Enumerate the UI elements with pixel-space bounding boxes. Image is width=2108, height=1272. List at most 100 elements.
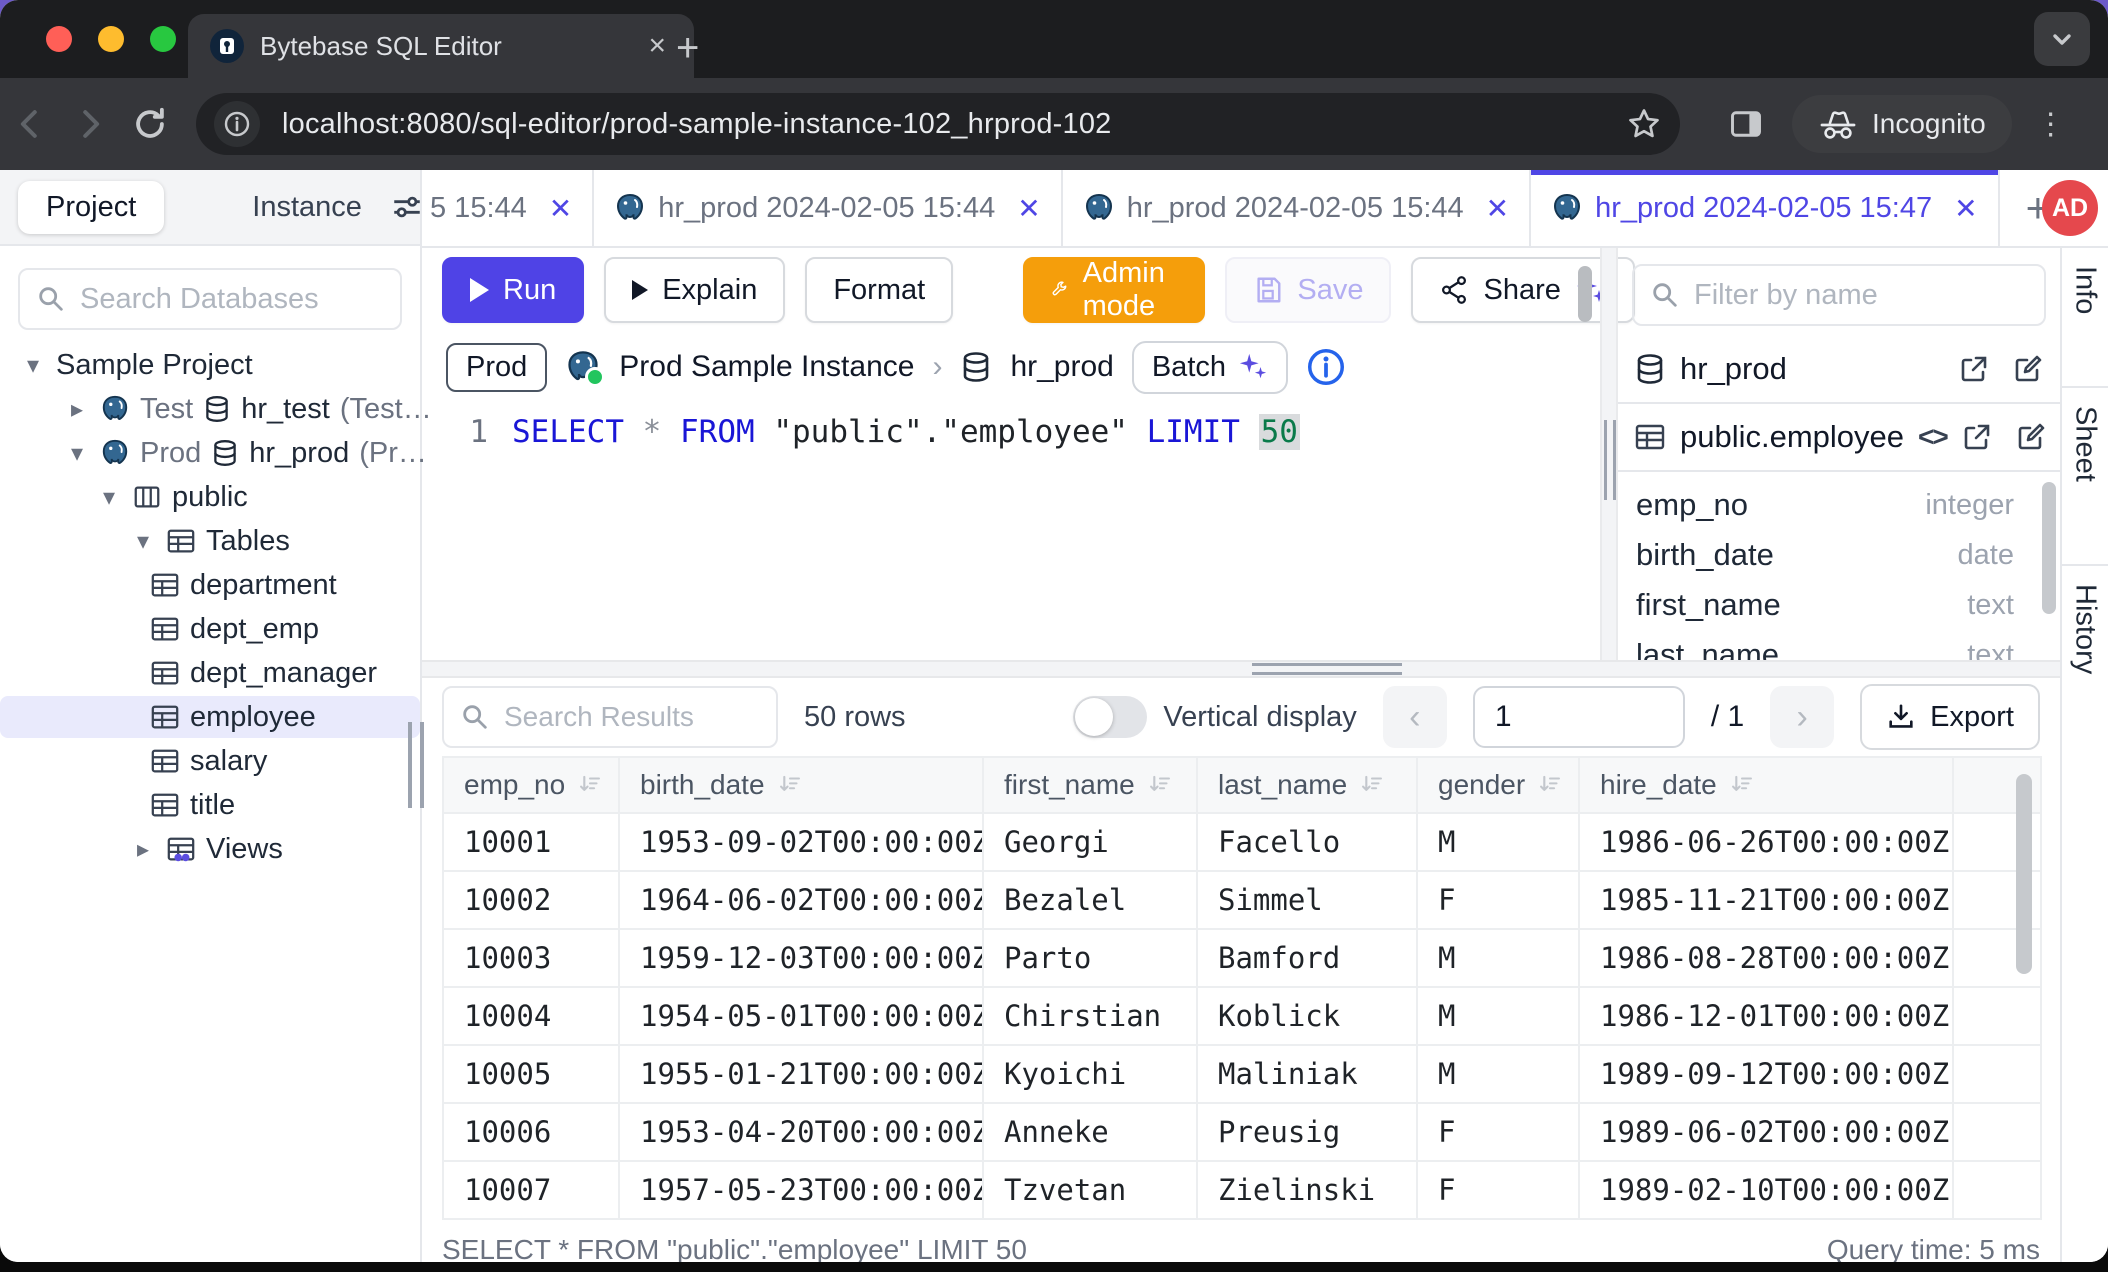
table-row[interactable]: 100071957-05-23T00:00:00ZTzvetanZielinsk…: [443, 1161, 2041, 1219]
editor-tab-3-active[interactable]: hr_prod 2024-02-05 15:47 ✕: [1531, 170, 1999, 246]
admin-mode-button[interactable]: Admin mode: [1023, 257, 1205, 323]
table-row[interactable]: 100011953-09-02T00:00:00ZGeorgiFacelloM1…: [443, 813, 2041, 871]
back-button[interactable]: [0, 105, 60, 143]
save-button[interactable]: Save: [1225, 257, 1391, 323]
address-bar[interactable]: localhost:8080/sql-editor/prod-sample-in…: [196, 93, 1680, 155]
vertical-display-toggle[interactable]: [1073, 696, 1147, 738]
tree-item-hr-test[interactable]: ▸ Test hr_test (Test…: [0, 388, 420, 430]
new-tab-button[interactable]: +: [676, 28, 699, 68]
export-button[interactable]: Export: [1860, 684, 2040, 750]
editor-scrollbar[interactable]: [1578, 266, 1592, 322]
table-row[interactable]: 100021964-06-02T00:00:00ZBezalelSimmelF1…: [443, 871, 2041, 929]
environment-chip[interactable]: Prod: [446, 343, 547, 392]
open-external-icon[interactable]: [1958, 353, 1990, 385]
browser-menu-icon[interactable]: ⋮: [2036, 107, 2066, 142]
format-button[interactable]: Format: [805, 257, 953, 323]
column-list-scrollbar[interactable]: [2042, 482, 2056, 614]
schema-database-row[interactable]: hr_prod: [1618, 336, 2060, 404]
sort-icon[interactable]: [1729, 772, 1755, 798]
instance-name[interactable]: Prod Sample Instance: [619, 350, 914, 384]
table-row[interactable]: 100031959-12-03T00:00:00ZPartoBamfordM19…: [443, 929, 2041, 987]
table-row[interactable]: 100061953-04-20T00:00:00ZAnnekePreusigF1…: [443, 1103, 2041, 1161]
tab-project[interactable]: Project: [18, 181, 164, 234]
close-tab-icon[interactable]: ✕: [1486, 192, 1509, 225]
table-row[interactable]: 100051955-01-21T00:00:00ZKyoichiMaliniak…: [443, 1045, 2041, 1103]
sql-editor[interactable]: 1 SELECT * FROM "public"."employee" LIMI…: [422, 402, 1600, 660]
caret-right-icon[interactable]: ▸: [64, 395, 90, 424]
zoom-window-button[interactable]: [150, 26, 176, 52]
editor-tab-1[interactable]: hr_prod 2024-02-05 15:44 ✕: [594, 170, 1062, 246]
tree-item-salary[interactable]: salary: [0, 740, 420, 782]
editor-tab-2[interactable]: hr_prod 2024-02-05 15:44 ✕: [1063, 170, 1531, 246]
close-tab-icon[interactable]: ✕: [549, 192, 572, 225]
batch-button[interactable]: Batch: [1132, 341, 1288, 394]
caret-down-icon[interactable]: ▾: [130, 527, 156, 556]
sort-icon[interactable]: [1359, 772, 1385, 798]
edit-icon[interactable]: [2012, 353, 2044, 385]
table-row[interactable]: 100041954-05-01T00:00:00ZChirstianKoblic…: [443, 987, 2041, 1045]
tree-item-hr-prod[interactable]: ▾ Prod hr_prod (Pr…: [0, 432, 420, 474]
vertical-splitter[interactable]: [1600, 248, 1618, 660]
column-header[interactable]: first_name: [983, 757, 1197, 813]
bookmark-star-icon[interactable]: [1626, 106, 1662, 142]
column-row[interactable]: first_name text: [1636, 580, 2042, 630]
side-panel-icon[interactable]: [1728, 106, 1764, 142]
tree-item-public[interactable]: ▾ public: [0, 476, 420, 518]
tree-item-title[interactable]: title: [0, 784, 420, 826]
schema-table-row[interactable]: public.employee <>: [1618, 404, 2060, 472]
next-page-button[interactable]: ›: [1770, 686, 1834, 748]
caret-down-icon[interactable]: ▾: [96, 483, 122, 512]
column-header[interactable]: emp_no: [443, 757, 619, 813]
explain-button[interactable]: Explain: [604, 257, 785, 323]
rail-tab-info[interactable]: Info: [2062, 248, 2108, 388]
tab-instance[interactable]: Instance: [224, 181, 390, 234]
sort-icon[interactable]: [777, 772, 803, 798]
column-row[interactable]: emp_no integer: [1636, 480, 2042, 530]
reload-button[interactable]: [120, 105, 180, 143]
page-input[interactable]: [1473, 686, 1685, 748]
column-header[interactable]: gender: [1417, 757, 1579, 813]
rail-tab-sheet[interactable]: Sheet: [2062, 388, 2108, 566]
close-tab-icon[interactable]: ✕: [1017, 192, 1040, 225]
browser-tab[interactable]: Bytebase SQL Editor ×: [188, 14, 694, 78]
tab-search-button[interactable]: [2034, 12, 2090, 66]
close-window-button[interactable]: [46, 26, 72, 52]
caret-down-icon[interactable]: ▾: [64, 439, 90, 468]
sort-icon[interactable]: [1537, 772, 1563, 798]
run-button[interactable]: Run: [442, 257, 584, 323]
tree-item-employee[interactable]: employee: [0, 696, 420, 738]
info-circle-icon[interactable]: [1306, 347, 1346, 387]
close-tab-icon[interactable]: ×: [642, 29, 672, 63]
database-search[interactable]: [18, 268, 402, 330]
forward-button[interactable]: [60, 105, 120, 143]
results-search[interactable]: [442, 686, 778, 748]
column-header[interactable]: birth_date: [619, 757, 983, 813]
database-search-input[interactable]: [78, 282, 384, 317]
rail-tab-history[interactable]: History: [2062, 566, 2108, 1262]
tree-item-views[interactable]: ▸ Views: [0, 828, 420, 870]
minimize-window-button[interactable]: [98, 26, 124, 52]
site-info-icon[interactable]: [214, 101, 260, 147]
code-icon[interactable]: <>: [1918, 421, 1947, 453]
horizontal-splitter[interactable]: [422, 660, 2060, 678]
close-tab-icon[interactable]: ✕: [1954, 192, 1977, 225]
tree-item-department[interactable]: department: [0, 564, 420, 606]
prev-page-button[interactable]: ‹: [1383, 686, 1447, 748]
column-header[interactable]: last_name: [1197, 757, 1417, 813]
schema-filter[interactable]: [1632, 264, 2046, 326]
database-name[interactable]: hr_prod: [1010, 350, 1113, 384]
tree-item-dept-emp[interactable]: dept_emp: [0, 608, 420, 650]
caret-right-icon[interactable]: ▸: [130, 835, 156, 864]
results-search-input[interactable]: [502, 700, 760, 734]
edit-icon[interactable]: [2015, 421, 2047, 453]
open-external-icon[interactable]: [1961, 421, 1993, 453]
tree-item-project[interactable]: ▾ Sample Project: [0, 344, 420, 386]
caret-down-icon[interactable]: ▾: [20, 351, 46, 380]
sort-icon[interactable]: [577, 772, 603, 798]
column-row[interactable]: last_name text: [1636, 630, 2042, 660]
editor-tab-0[interactable]: 5 15:44 ✕: [422, 170, 594, 246]
schema-filter-input[interactable]: [1692, 278, 2028, 313]
tree-item-dept-manager[interactable]: dept_manager: [0, 652, 420, 694]
sort-icon[interactable]: [1147, 772, 1173, 798]
column-header[interactable]: hire_date: [1579, 757, 1953, 813]
